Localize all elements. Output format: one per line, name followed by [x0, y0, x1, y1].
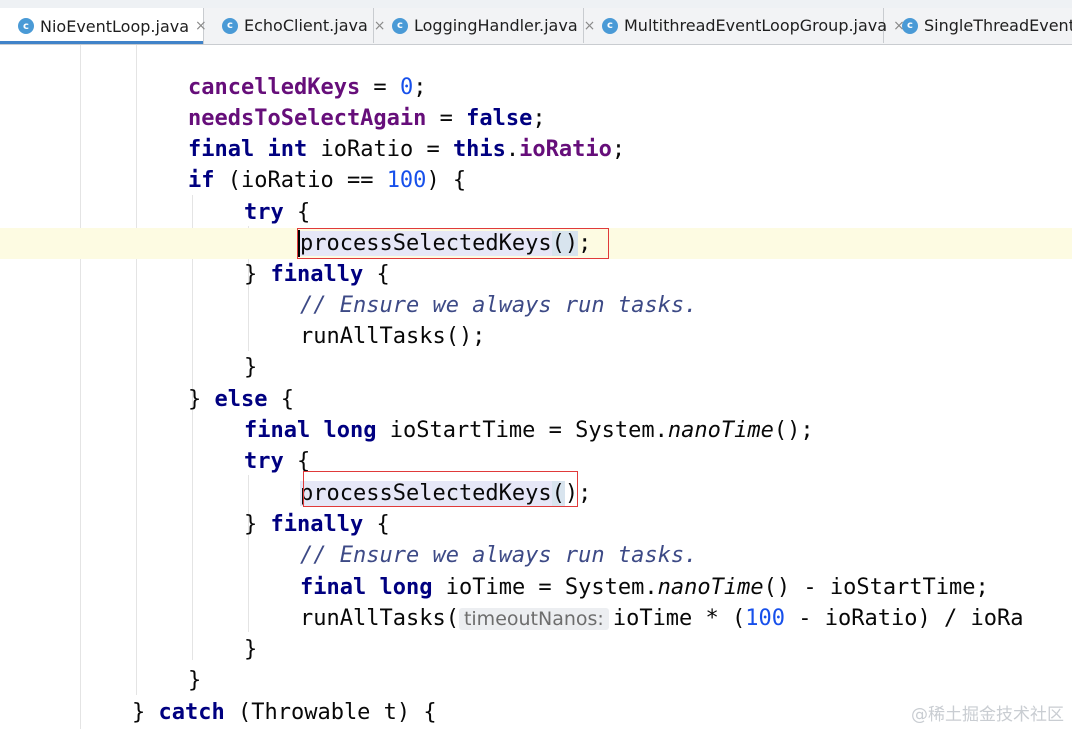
code-line-9: runAllTasks(); [300, 324, 486, 349]
editor-tab-bar: c NioEventLoop.java × c EchoClient.java … [0, 8, 1072, 45]
code-editor[interactable]: cancelledKeys = 0; needsToSelectAgain = … [0, 45, 1072, 729]
tab-label: MultithreadEventLoopGroup.java [624, 16, 888, 35]
watermark: @稀土掘金技术社区 [911, 705, 1064, 725]
tab-label: SingleThreadEventLo [924, 16, 1072, 35]
tab-label: LoggingHandler.java [414, 16, 578, 35]
tab-label: EchoClient.java [244, 16, 368, 35]
java-class-icon: c [18, 18, 34, 34]
code-line-21: } catch (Throwable t) { [132, 700, 437, 725]
code-line-18: runAllTasks(timeoutNanos: ioTime * (100 -… [300, 606, 1024, 631]
code-line-20: } [188, 668, 202, 693]
java-class-icon: c [222, 17, 238, 34]
code-line-5: try { [244, 200, 311, 225]
tab-multithreadeventloopgroup[interactable]: c MultithreadEventLoopGroup.java × [584, 8, 905, 43]
code-line-16: // Ensure we always run tasks. [300, 543, 698, 568]
tab-nioeventloop[interactable]: c NioEventLoop.java × [0, 8, 207, 44]
indent-guide [136, 45, 137, 695]
indent-guide [248, 475, 249, 632]
code-line-4: if (ioRatio == 100) { [188, 168, 467, 193]
java-class-icon: c [902, 17, 918, 34]
tab-echoclient[interactable]: c EchoClient.java × [204, 8, 386, 43]
java-class-icon: c [602, 17, 618, 34]
code-line-10: } [244, 355, 258, 380]
code-line-8: // Ensure we always run tasks. [300, 293, 698, 318]
code-line-12: final long ioStartTime = System.nanoTime… [244, 418, 814, 443]
code-line-15: } finally { [244, 512, 390, 537]
code-line-17: final long ioTime = System.nanoTime() - … [300, 575, 989, 600]
code-line-2: needsToSelectAgain = false; [188, 106, 546, 131]
tab-label: NioEventLoop.java [40, 16, 190, 36]
tab-singlethreadeventloop[interactable]: c SingleThreadEventLo [884, 8, 1072, 43]
parameter-hint: timeoutNanos: [458, 608, 609, 630]
indent-guide [192, 195, 193, 660]
code-line-3: final int ioRatio = this.ioRatio; [188, 137, 626, 162]
indent-guide [80, 45, 81, 729]
annotation-box [303, 471, 578, 507]
tab-logginghandler[interactable]: c LoggingHandler.java × [374, 8, 595, 43]
code-line-13: try { [244, 449, 311, 474]
code-line-1: cancelledKeys = 0; [188, 75, 427, 100]
code-line-7: } finally { [244, 262, 390, 287]
java-class-icon: c [392, 17, 408, 34]
code-line-11: } else { [188, 387, 294, 412]
code-line-19: } [244, 637, 258, 662]
annotation-box [297, 228, 609, 259]
